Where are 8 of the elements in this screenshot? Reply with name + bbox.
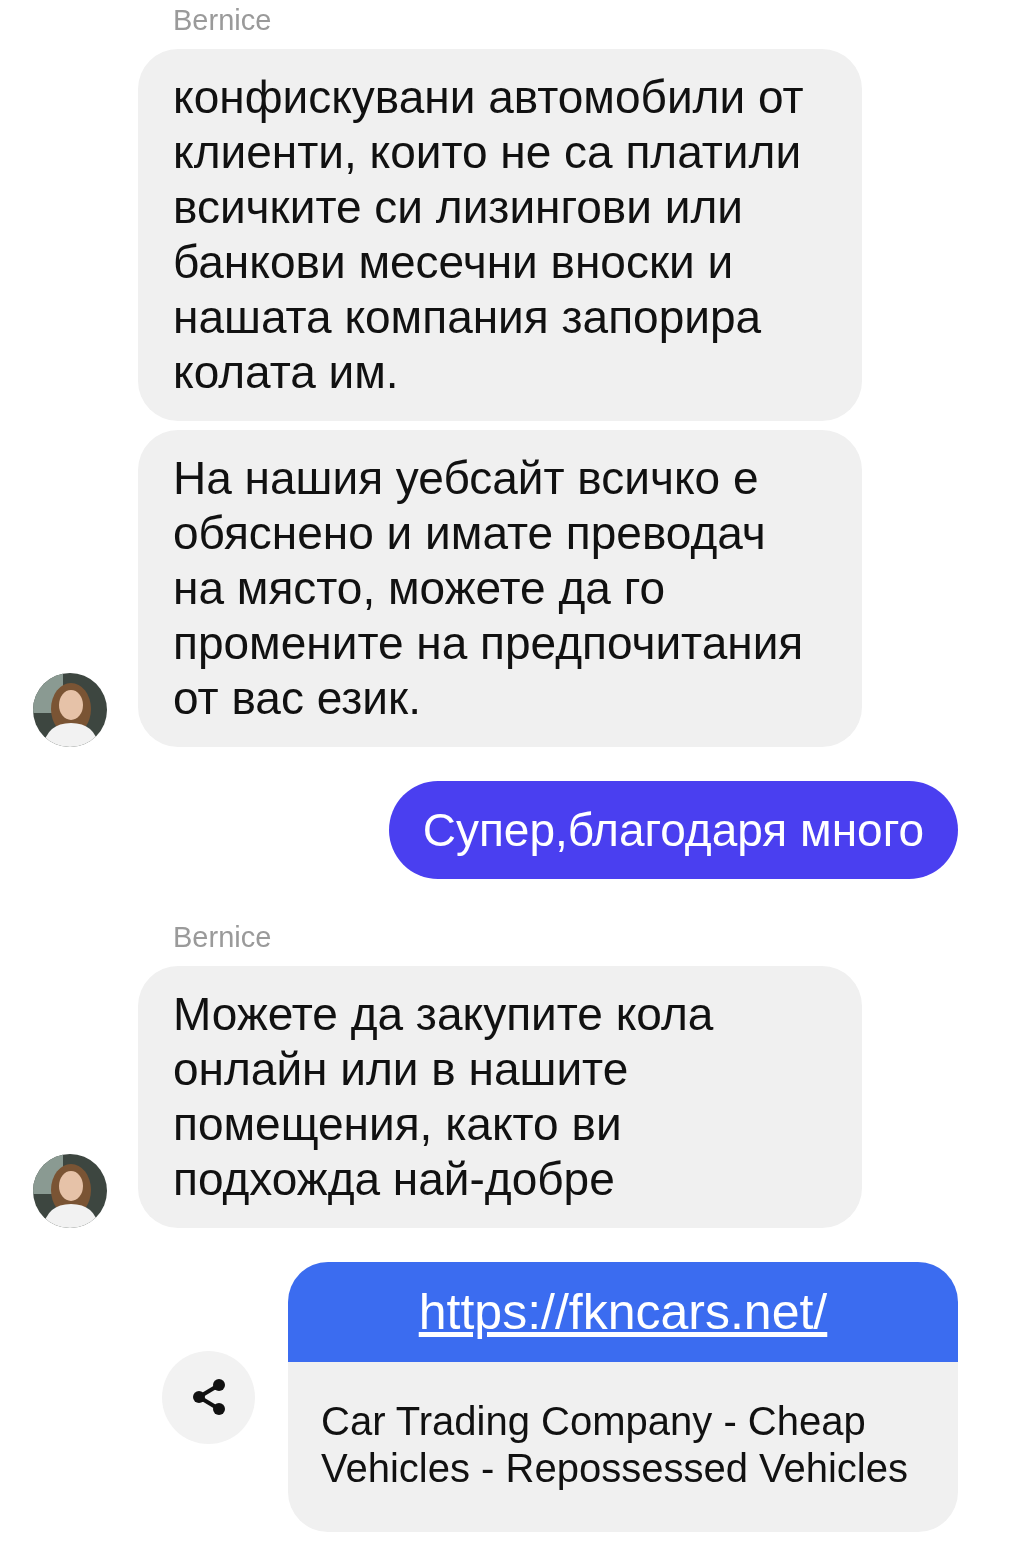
link-preview-card[interactable]: https://fkncars.net/ Car Trading Company - Cheap Vehicles - Repossessed Vehicles xyxy=(288,1262,958,1532)
message-bubble: Можете да закупите кола онлайн или в нашите помещения, както ви подхожда най-добре xyxy=(138,966,862,1228)
sender-name: Bernice xyxy=(173,921,272,953)
message-bubble: Супер,благодаря много xyxy=(388,781,958,879)
sender-name: Bernice xyxy=(173,4,272,36)
message-bubble: На нашия уебсайт всичко е обяснено и имате преводач на място, можете да го промените на предпочитания от вас език. xyxy=(138,430,862,747)
message-bubble: конфискувани автомобили от клиенти, които не са платили всичките си лизингови или банкови месечни вноски и нашата компания запорира колата им. xyxy=(138,49,862,421)
link-title: Car Trading Company - Cheap Vehicles - Repossessed Vehicles xyxy=(321,1398,909,1492)
